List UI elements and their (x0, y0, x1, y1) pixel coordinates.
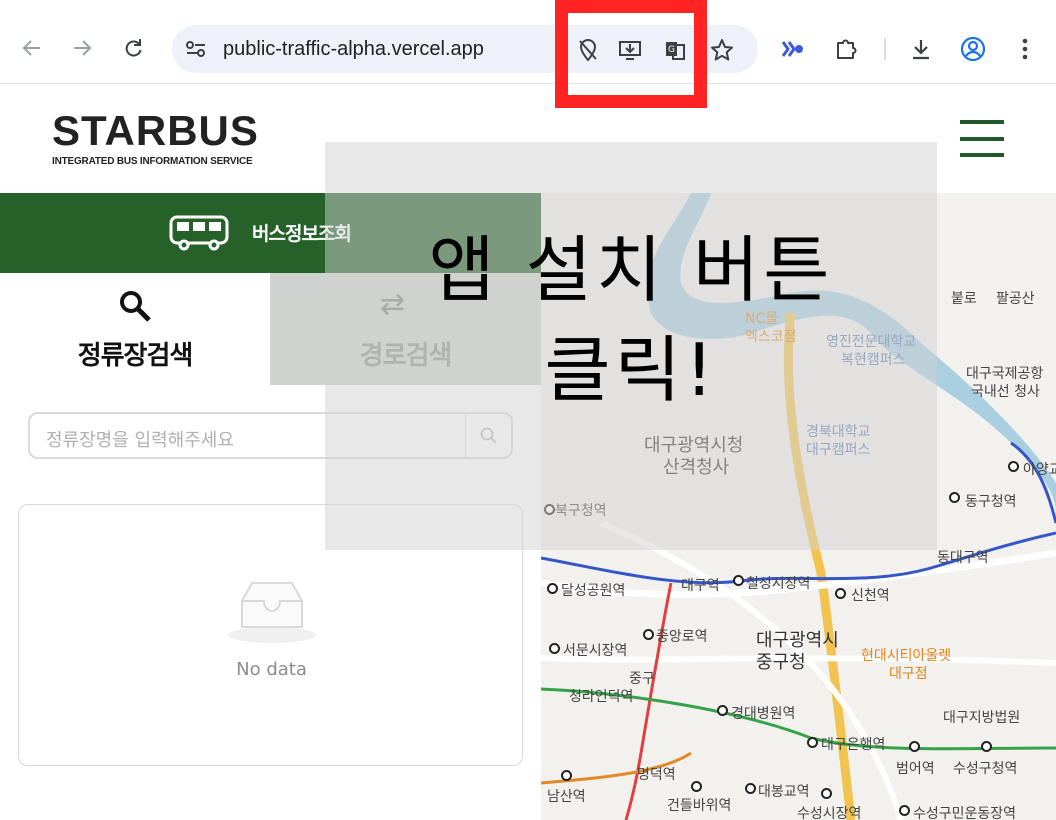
instruction-overlay: 앱 설치 버튼 클릭! (325, 142, 937, 550)
map-label: 범어역 (896, 761, 935, 777)
map-label: 대구은행역 (821, 737, 886, 753)
map-label: 국내선 청사 (971, 384, 1040, 400)
map-label: 아양교 (1023, 462, 1056, 478)
station-marker (745, 783, 756, 794)
station-marker (643, 629, 654, 640)
bookmark-star-icon[interactable] (709, 37, 735, 63)
hamburger-menu-icon[interactable] (960, 120, 1004, 158)
map-label: 남산역 (547, 789, 586, 805)
tab-label: 정류장검색 (77, 341, 194, 371)
map-label: 붙로 (951, 291, 977, 307)
station-marker (949, 492, 960, 503)
map-label: 칠성시장역 (746, 576, 811, 592)
station-marker (835, 588, 846, 599)
site-info-icon[interactable] (184, 37, 208, 61)
station-marker (909, 741, 920, 752)
station-marker (981, 741, 992, 752)
map-label: 서문시장역 (563, 643, 628, 659)
map-label: 대구국제공항 (966, 366, 1044, 382)
browser-toolbar: public-traffic-alpha.vercel.app G (0, 0, 1056, 84)
highlight-box (555, 0, 707, 108)
map-label: 신천역 (851, 588, 890, 604)
download-icon[interactable] (906, 34, 936, 64)
map-label: 수성구민운동장역 (913, 806, 1017, 820)
tab-stop-search[interactable]: 정류장검색 (0, 273, 270, 385)
profile-icon[interactable] (958, 34, 988, 64)
station-marker (717, 705, 728, 716)
map-label: 동구청역 (965, 494, 1017, 510)
map-label: 팔공산 (996, 291, 1035, 307)
map-label: 현대시티아울렛 (861, 648, 952, 664)
map-label: 대구지방법원 (943, 710, 1021, 726)
search-placeholder: 정류장명을 입력해주세요 (46, 430, 234, 451)
reload-icon[interactable] (113, 28, 153, 68)
map-label: 중구청 (756, 652, 806, 673)
station-marker (691, 781, 702, 792)
station-marker (899, 805, 910, 816)
forward-arrow-icon[interactable] (62, 28, 102, 68)
map-label: 중앙로역 (656, 629, 708, 645)
empty-inbox-icon (224, 579, 320, 649)
more-menu-icon[interactable] (1010, 34, 1040, 64)
station-marker (547, 583, 558, 594)
station-marker (1008, 461, 1019, 472)
station-marker (821, 788, 832, 799)
map-label: 중구 (629, 671, 655, 687)
map-label: 명덕역 (637, 767, 676, 783)
no-data-text: No data (236, 659, 307, 680)
station-marker (561, 770, 572, 781)
logo-title: STARBUS (52, 107, 259, 154)
map-label: 청라언덕역 (569, 689, 634, 705)
bus-icon (168, 215, 230, 255)
station-marker (549, 643, 560, 654)
map-label: 달성공원역 (561, 583, 626, 599)
station-marker (807, 737, 818, 748)
toolbar-separator (884, 38, 886, 60)
map-label: 수성시장역 (797, 806, 862, 820)
map-label: 대구역 (681, 578, 720, 594)
instruction-text: 앱 설치 버튼 클릭! (428, 228, 834, 412)
station-marker (733, 575, 744, 586)
extensions-puzzle-icon[interactable] (831, 34, 861, 64)
map-label: 수성구청역 (953, 761, 1018, 777)
logo-subtitle: INTEGRATED BUS INFORMATION SERVICE (52, 156, 253, 167)
url-text[interactable]: public-traffic-alpha.vercel.app (223, 38, 484, 61)
map-label: 경대병원역 (731, 706, 796, 722)
map-label: 동대구역 (937, 550, 989, 566)
map-label: 대구점 (889, 666, 928, 682)
map-label: 건들바위역 (667, 798, 732, 814)
back-arrow-icon[interactable] (12, 28, 52, 68)
site-logo[interactable]: STARBUS INTEGRATED BUS INFORMATION SERVI… (52, 107, 259, 168)
extension-brand-icon[interactable] (778, 34, 808, 64)
map-label: 대봉교역 (758, 784, 810, 800)
search-icon (118, 289, 152, 327)
